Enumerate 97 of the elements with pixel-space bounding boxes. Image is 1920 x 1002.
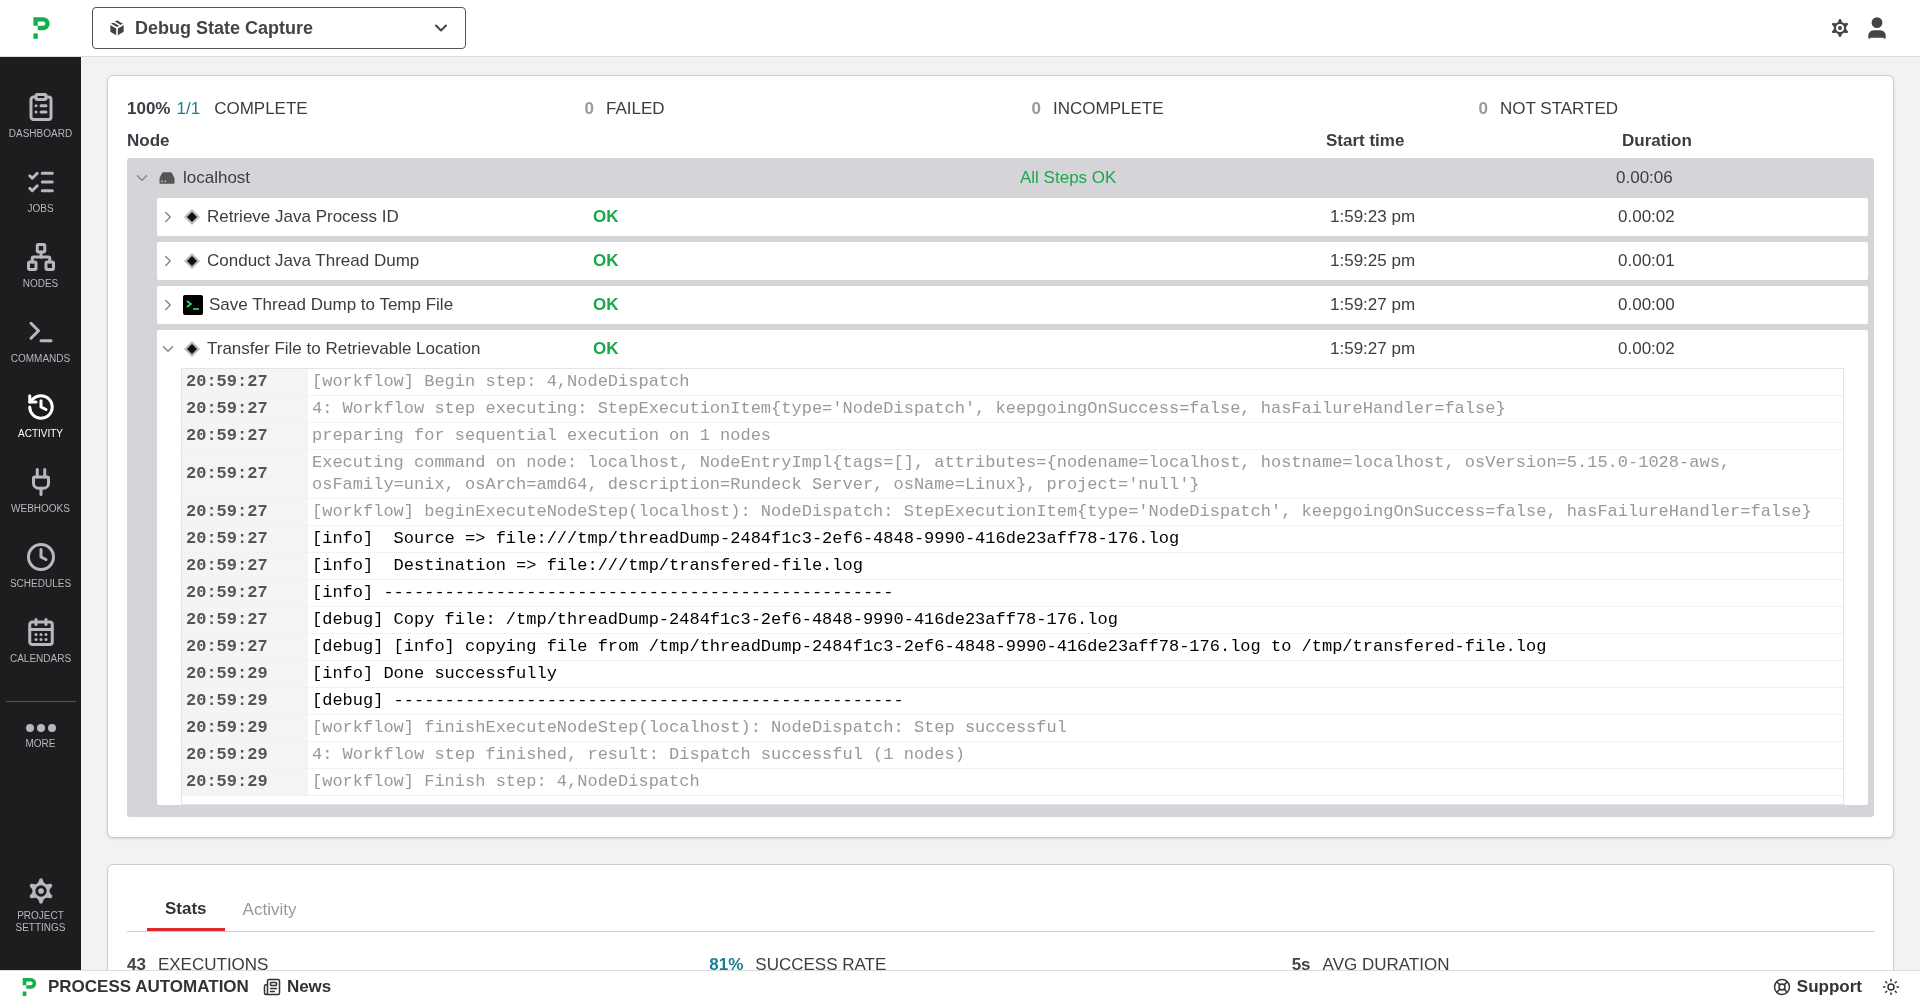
log-message: preparing for sequential execution on 1 nodes: [311, 425, 772, 447]
log-time: 20:59:27: [182, 450, 308, 498]
fraction-complete: 1/1: [176, 98, 201, 121]
diamond-icon: [183, 252, 201, 270]
failed-count: 0: [583, 98, 594, 121]
history-icon: [25, 392, 56, 422]
log-time: 20:59:29: [182, 742, 308, 768]
log-time: 20:59:27: [182, 499, 308, 525]
log-message: [workflow] Finish step: 4,NodeDispatch: [311, 771, 700, 793]
log-time: 20:59:27: [182, 580, 308, 606]
column-header: Node: [127, 130, 171, 153]
step-start-time: 1:59:27 pm: [1329, 338, 1417, 361]
step-start-time: 1:59:27 pm: [1329, 294, 1417, 317]
log-message: [info] Done successfully: [311, 663, 557, 685]
log-time: 20:59:27: [182, 423, 308, 449]
box-icon: [107, 18, 127, 38]
log-time: 20:59:27: [182, 607, 308, 633]
sidebar-item[interactable]: ACTIVITY: [0, 379, 81, 454]
step-status: OK: [593, 206, 620, 229]
clock-icon: [25, 542, 56, 572]
logo-icon: [30, 15, 52, 41]
sidebar-item[interactable]: JOBS: [0, 154, 81, 229]
log-message: [info] Destination => file:///tmp/transfered-file.log: [311, 555, 863, 577]
log-message: Executing command on node: localhost, NodeEntryImpl{tags=[], attributes={nodename=localhost, hostname=localhost, osVersion=5.15.0-1028-aws, osFamily=unix, osArch=amd64, description=Rundeck Server, osName=Linux}, project='null'}: [311, 452, 1732, 496]
diamond-icon: [183, 340, 201, 358]
step-status: OK: [593, 294, 620, 317]
complete-label: COMPLETE: [214, 98, 308, 121]
network-icon: [25, 242, 56, 272]
theme-icon[interactable]: [1882, 977, 1900, 996]
log-message: [debug] --------------------------------------------------: [311, 690, 904, 712]
brand-name: PROCESS AUTOMATION: [48, 975, 249, 998]
column-header: Start time: [1325, 130, 1406, 153]
sidebar-item[interactable]: SCHEDULES: [0, 529, 81, 604]
log-message: [debug] Copy file: /tmp/threadDump-2484f1c3-2ef6-4848-9990-416de23aff78-176.log: [311, 609, 1118, 631]
log-message: [workflow] Begin step: 4,NodeDispatch: [311, 371, 690, 393]
project-dropdown[interactable]: Debug State Capture: [92, 7, 466, 49]
step-toggle[interactable]: Save Thread Dump to Temp File: [157, 292, 593, 318]
project-settings-item[interactable]: PROJECT SETTINGS: [0, 874, 81, 934]
step-toggle[interactable]: Transfer File to Retrievable Location: [157, 336, 593, 362]
support-icon: [1772, 977, 1791, 996]
calendar-icon: [25, 617, 56, 647]
incomplete-count: 0: [1030, 98, 1041, 121]
node-duration: 0.00:06: [1615, 167, 1674, 190]
log-time: 20:59:29: [182, 769, 308, 795]
step-duration: 0.00:01: [1617, 250, 1676, 273]
step-status: OK: [593, 250, 620, 273]
support-link[interactable]: Support: [1772, 973, 1862, 1000]
log-message: 4: Workflow step finished, result: Dispatch successful (1 nodes): [311, 744, 965, 766]
sidebar-item[interactable]: COMMANDS: [0, 304, 81, 379]
sidebar-item[interactable]: NODES: [0, 229, 81, 304]
stat-value: 81%: [709, 954, 744, 970]
log-time: 20:59:29: [182, 661, 308, 687]
log-time: 20:59:27: [182, 369, 308, 395]
log-message: [debug] [info] copying file from /tmp/threadDump-2484f1c3-2ef6-4848-9990-416de23aff78-176.log to /tmp/transfered-file.log: [311, 636, 1547, 658]
stat-value: 43: [127, 954, 146, 970]
stats-tab[interactable]: Stats: [147, 889, 225, 931]
step-duration: 0.00:00: [1617, 294, 1676, 317]
diamond-icon: [183, 208, 201, 226]
incomplete-label: INCOMPLETE: [1053, 98, 1164, 121]
step-toggle[interactable]: Retrieve Java Process ID: [157, 204, 593, 230]
step-start-time: 1:59:23 pm: [1329, 206, 1417, 229]
log-time: 20:59:27: [182, 526, 308, 552]
stat-label: AVG DURATION: [1322, 954, 1450, 970]
percent-complete: 100%: [127, 98, 171, 121]
sidebar-item[interactable]: CALENDARS: [0, 604, 81, 679]
step-status: OK: [593, 338, 620, 361]
not-started-label: NOT STARTED: [1500, 98, 1619, 121]
not-started-count: 0: [1477, 98, 1488, 121]
log-time: 20:59:29: [182, 715, 308, 741]
stat-label: SUCCESS RATE: [755, 954, 887, 970]
terminal-icon: [183, 295, 203, 315]
step-start-time: 1:59:25 pm: [1329, 250, 1417, 273]
step-duration: 0.00:02: [1617, 338, 1676, 361]
log-time: 20:59:29: [182, 688, 308, 714]
log-time: 20:59:27: [182, 634, 308, 660]
log-message: 4: Workflow step executing: StepExecutionItem{type='NodeDispatch', keepgoingOnSuccess=false, hasFailureHandler=false}: [311, 398, 1506, 420]
step-duration: 0.00:02: [1617, 206, 1676, 229]
column-header: Duration: [1621, 130, 1693, 153]
step-toggle[interactable]: Conduct Java Thread Dump: [157, 248, 593, 274]
log-message: [info] --------------------------------------------------: [311, 582, 894, 604]
news-link[interactable]: News: [262, 973, 332, 1000]
node-row[interactable]: localhost: [127, 165, 587, 191]
sidebar-item[interactable]: WEBHOOKS: [0, 454, 81, 529]
newspaper-icon: [262, 977, 281, 996]
stat-label: EXECUTIONS: [157, 954, 269, 970]
more-item[interactable]: MORE: [0, 724, 81, 751]
log-time: 20:59:27: [182, 553, 308, 579]
stat-value: 5s: [1291, 954, 1311, 970]
log-message: [info] Source => file:///tmp/threadDump-2484f1c3-2ef6-4848-9990-416de23aff78-176.log: [311, 528, 1180, 550]
sidebar-item[interactable]: DASHBOARD: [0, 79, 81, 154]
node-status: All Steps OK: [1019, 167, 1118, 190]
log-message: [workflow] beginExecuteNodeStep(localhost): NodeDispatch: StepExecutionItem{type='NodeDispatch', keepgoingOnSuccess=false, hasFailureHandler=false}: [311, 501, 1812, 523]
log-time: 20:59:27: [182, 396, 308, 422]
logo-icon: [20, 975, 38, 998]
failed-label: FAILED: [606, 98, 665, 121]
log-message: [workflow] finishExecuteNodeStep(localhost): NodeDispatch: Step successful: [311, 717, 1067, 739]
more-icon: [25, 724, 56, 732]
